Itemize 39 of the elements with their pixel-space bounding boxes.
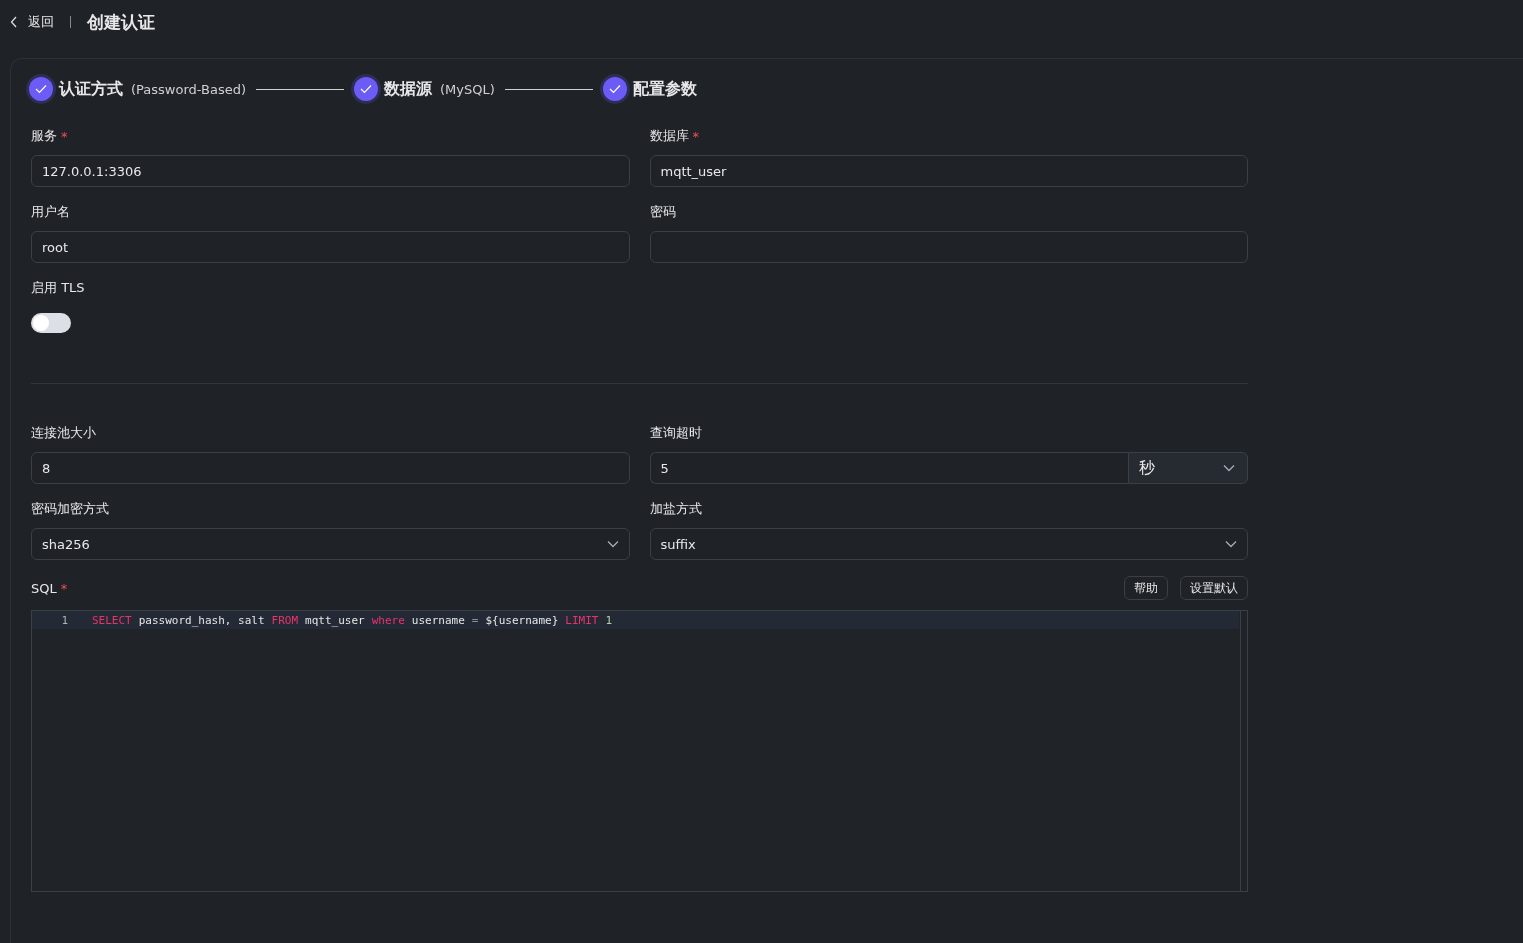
action-button[interactable]: 设置默认 [1180,576,1248,600]
input-field[interactable]: mqtt_user [649,155,1248,187]
action-button[interactable]: 帮助 [1124,576,1168,600]
required-asterisk: * [61,128,68,144]
field-label: 密码 [649,203,676,221]
back-icon [10,16,18,28]
field-label: 用户名 [31,203,70,221]
field-label: 密码加密方式 [31,500,109,518]
select-field[interactable]: suffix [649,528,1248,560]
step-subtitle: (MySQL) [440,81,495,97]
field-label: 服务 [31,127,57,145]
step-subtitle: (Password-Based) [131,81,246,97]
field-label: SQL [31,580,57,596]
chevron-down-icon [1225,540,1237,548]
step-title: 认证方式 [59,78,123,100]
back-button[interactable]: 返回 [10,13,54,31]
step-title: 配置参数 [632,78,697,100]
code-editor[interactable]: 1 SELECT password_hash, salt FROM mqtt_user where username = ${username} LIMIT 1 [31,610,1248,892]
input-field[interactable]: root [31,231,630,263]
line-number: 1 [60,613,69,627]
field-label: 启用 TLS [31,279,85,297]
input-field[interactable]: 5 [649,452,1128,484]
unit-select[interactable]: 秒 [1128,452,1248,484]
field-label: 加盐方式 [649,500,702,518]
required-asterisk: * [60,580,68,596]
toggle-switch[interactable] [31,313,71,333]
field-label: 查询超时 [649,424,702,442]
input-field[interactable] [649,231,1248,263]
page-title: 创建认证 [87,10,155,34]
field-label: 连接池大小 [31,424,96,442]
input-field[interactable]: 8 [31,452,630,484]
chevron-down-icon [606,540,619,548]
step-title: 数据源 [384,78,432,100]
field-label: 数据库 [649,127,689,145]
input-field[interactable]: 127.0.0.1:3306 [31,155,630,187]
required-asterisk: * [692,128,699,144]
chevron-down-icon [1223,464,1235,472]
code-line: SELECT password_hash, salt FROM mqtt_user where username = ${username} LIMIT 1 [92,613,613,627]
select-field[interactable]: sha256 [31,528,630,560]
